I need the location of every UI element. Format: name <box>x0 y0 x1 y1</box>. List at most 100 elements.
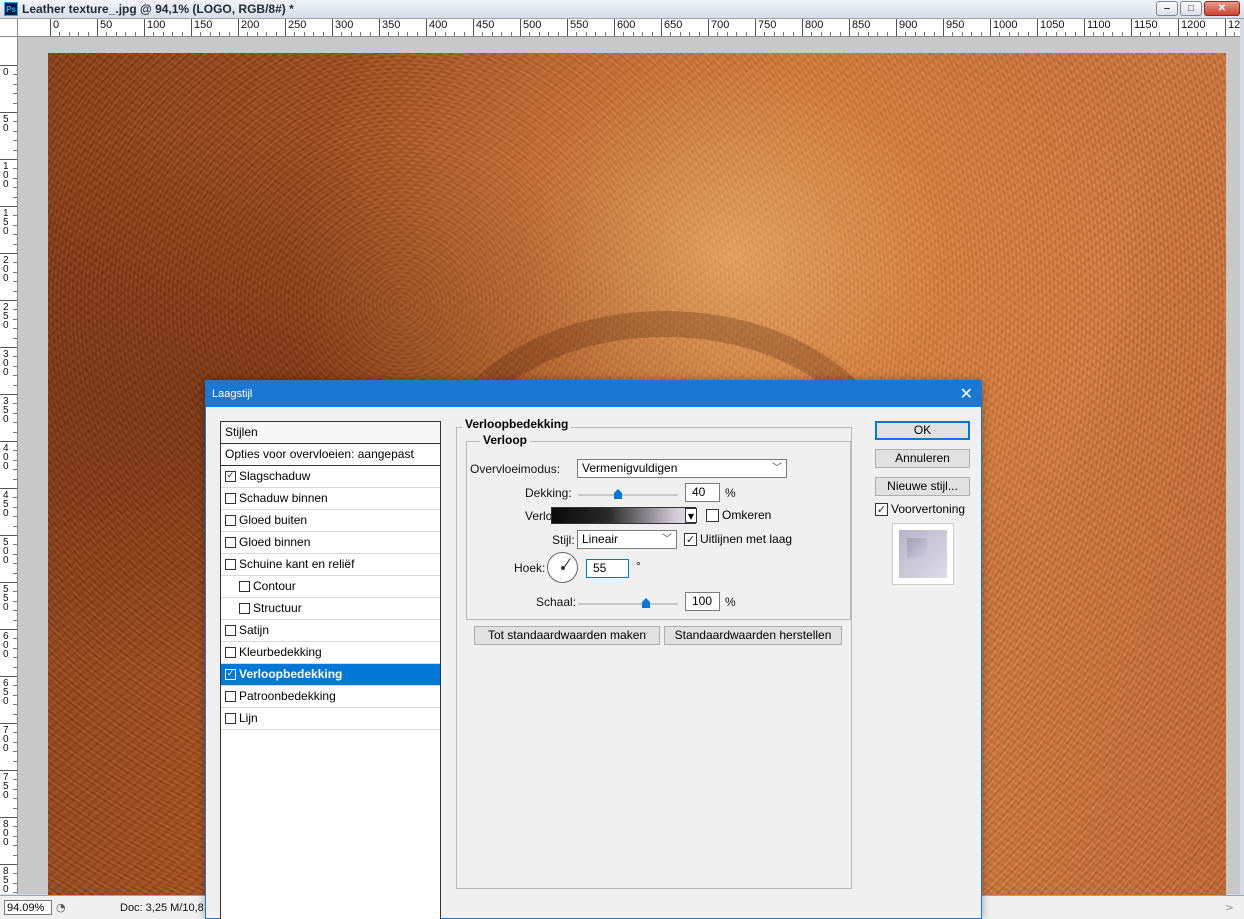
ruler-minor-tick <box>13 177 17 179</box>
vertical-ruler[interactable]: 0 50 100 150 200 250 300 350 400 450 500 550 600 650 7… <box>0 37 18 894</box>
ruler-major-tick <box>285 19 286 36</box>
style-item[interactable]: ✓ Slagschaduw <box>221 466 440 488</box>
align-with-layer-checkbox[interactable]: ✓ Uitlijnen met laag <box>684 532 792 546</box>
title-bar[interactable]: Ps Leather texture_.jpg @ 94,1% (LOGO, R… <box>0 0 1244 19</box>
ok-button[interactable]: OK <box>875 421 970 440</box>
opacity-slider[interactable] <box>578 489 678 499</box>
preview-checkbox[interactable]: ✓ Voorvertoning <box>875 502 965 516</box>
make-default-button[interactable]: Tot standaardwaarden maken <box>474 626 660 645</box>
style-item-checkbox[interactable] <box>239 603 250 614</box>
ruler-major-tick <box>1178 19 1179 36</box>
style-select[interactable]: Lineair ﹀ <box>577 530 677 549</box>
ruler-minor-tick <box>538 32 540 36</box>
ruler-minor-tick <box>247 32 249 36</box>
chevron-down-icon: ﹀ <box>772 463 782 474</box>
style-item[interactable]: Kleurbedekking <box>221 642 440 664</box>
ruler-major-tick <box>708 19 709 36</box>
opacity-input[interactable]: 40 <box>685 483 720 502</box>
maximize-button[interactable]: □ <box>1180 1 1202 16</box>
ruler-minor-tick <box>13 328 17 330</box>
gradient-preview-swatch[interactable] <box>551 507 696 524</box>
dialog-title-bar[interactable]: Laagstijl ✕ <box>206 381 981 407</box>
preview-checkbox-box[interactable]: ✓ <box>875 502 888 516</box>
style-item-checkbox[interactable] <box>225 493 236 504</box>
angle-input[interactable]: 55 <box>586 559 629 578</box>
gradient-picker-dropdown-icon[interactable]: ▼ <box>685 508 697 523</box>
align-with-layer-checkbox-box[interactable]: ✓ <box>684 532 697 546</box>
ruler-label: 0 <box>53 19 60 31</box>
ruler-minor-tick <box>266 32 268 36</box>
ruler-minor-tick <box>13 83 17 85</box>
ruler-major-tick <box>0 159 17 160</box>
style-item-checkbox[interactable] <box>225 515 236 526</box>
style-item[interactable]: Schuine kant en reliëf <box>221 554 440 576</box>
cancel-button[interactable]: Annuleren <box>875 449 970 468</box>
style-item-checkbox[interactable]: ✓ <box>225 471 236 482</box>
ruler-label: 1000 <box>993 19 1018 31</box>
ruler-minor-tick <box>698 32 700 36</box>
scale-slider[interactable] <box>578 598 678 608</box>
style-item[interactable]: Schaduw binnen <box>221 488 440 510</box>
ruler-minor-tick <box>924 32 926 36</box>
style-item[interactable]: Gloed binnen <box>221 532 440 554</box>
style-item[interactable]: Satijn <box>221 620 440 642</box>
ruler-minor-tick <box>1121 32 1123 36</box>
ruler-minor-tick <box>820 32 822 36</box>
ruler-major-tick <box>97 19 98 36</box>
ruler-minor-tick <box>435 32 437 36</box>
ruler-major-tick <box>849 19 850 36</box>
style-item-checkbox[interactable] <box>225 559 236 570</box>
style-item-checkbox[interactable] <box>239 581 250 592</box>
ruler-minor-tick <box>1215 32 1217 36</box>
style-item[interactable]: ✓ Verloopbedekking <box>221 664 440 686</box>
blending-options-item[interactable]: Opties voor overvloeien: aangepast <box>221 444 440 466</box>
style-item-checkbox[interactable] <box>225 625 236 636</box>
style-item[interactable]: Gloed buiten <box>221 510 440 532</box>
ruler-origin[interactable] <box>0 19 18 37</box>
reverse-checkbox[interactable]: Omkeren <box>706 508 771 522</box>
ruler-minor-tick <box>482 32 484 36</box>
style-item-checkbox[interactable] <box>225 691 236 702</box>
style-item-checkbox[interactable] <box>225 537 236 548</box>
style-item[interactable]: Patroonbedekking <box>221 686 440 708</box>
style-item-label: Gloed binnen <box>239 535 311 549</box>
close-window-button[interactable]: ✕ <box>1204 1 1240 16</box>
style-item[interactable]: Structuur <box>221 598 440 620</box>
reset-to-default-button[interactable]: Standaardwaarden herstellen <box>664 626 842 645</box>
styles-header[interactable]: Stijlen <box>221 422 440 444</box>
ruler-label: 400 <box>3 443 9 472</box>
ruler-major-tick <box>0 441 17 442</box>
zoom-level[interactable]: 94.09% <box>4 900 52 915</box>
ruler-label: 600 <box>3 631 9 660</box>
ruler-label: 750 <box>758 19 777 31</box>
style-item-checkbox[interactable]: ✓ <box>225 669 236 680</box>
ruler-minor-tick <box>13 882 17 884</box>
reverse-checkbox-box[interactable] <box>706 508 719 522</box>
ruler-label: 50 <box>100 19 113 31</box>
style-item-checkbox[interactable] <box>225 647 236 658</box>
blend-mode-select[interactable]: Vermenigvuldigen ﹀ <box>577 459 787 478</box>
angle-dial[interactable] <box>547 552 578 583</box>
ruler-major-tick <box>1225 19 1226 36</box>
horizontal-ruler[interactable]: 0 50 100 150 200 250 300 350 400 450 500 550 600 650 7… <box>18 19 1240 37</box>
style-item-checkbox[interactable] <box>225 713 236 724</box>
ruler-minor-tick <box>294 32 296 36</box>
style-item-label: Verloopbedekking <box>239 667 343 681</box>
style-value: Lineair <box>582 532 619 546</box>
style-item[interactable]: Lijn <box>221 708 440 730</box>
ruler-minor-tick <box>13 713 17 715</box>
minimize-button[interactable]: ‒ <box>1156 1 1178 16</box>
scale-input[interactable]: 100 <box>685 592 720 611</box>
ruler-label: 950 <box>946 19 965 31</box>
dialog-close-icon[interactable]: ✕ <box>960 384 973 404</box>
style-item[interactable]: Contour <box>221 576 440 598</box>
align-with-layer-label: Uitlijnen met laag <box>700 532 793 546</box>
ruler-minor-tick <box>13 647 17 649</box>
ruler-label: 600 <box>617 19 636 31</box>
window-controls: ‒ □ ✕ <box>1156 1 1240 16</box>
new-style-button[interactable]: Nieuwe stijl... <box>875 477 970 496</box>
ruler-minor-tick <box>1140 32 1142 36</box>
ruler-minor-tick <box>13 807 17 809</box>
scroll-right-icon[interactable]: > <box>1225 900 1234 915</box>
dialog-title: Laagstijl <box>212 388 253 400</box>
